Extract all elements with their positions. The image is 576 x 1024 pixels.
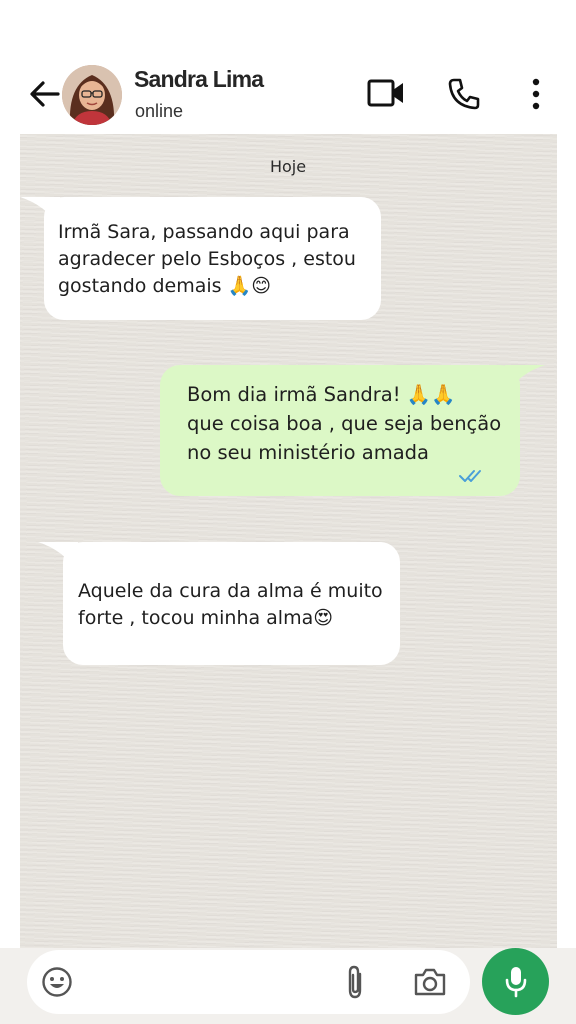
- chat-header: Sandra Lima online: [0, 0, 576, 134]
- contact-name[interactable]: Sandra Lima: [134, 66, 264, 93]
- more-vertical-icon[interactable]: [530, 78, 542, 110]
- message-incoming[interactable]: Aquele da cura da alma é muito forte , t…: [63, 542, 400, 665]
- message-line: Bom dia irmã Sandra! 🙏🙏: [187, 383, 456, 406]
- phone-icon[interactable]: [447, 77, 481, 111]
- message-incoming[interactable]: Irmã Sara, passando aqui para agradecer …: [44, 197, 381, 320]
- message-input[interactable]: [27, 950, 470, 1014]
- contact-status: online: [135, 101, 184, 121]
- arrow-left-icon[interactable]: [28, 80, 60, 108]
- message-line: no seu ministério amada: [187, 441, 429, 464]
- camera-icon[interactable]: [413, 967, 447, 997]
- message-line: agradecer pelo Esboços , estou: [58, 248, 356, 270]
- emoji-icon[interactable]: [41, 966, 73, 998]
- video-call-icon[interactable]: [367, 78, 405, 108]
- message-line: Irmã Sara, passando aqui para: [58, 221, 350, 243]
- microphone-icon: [505, 967, 527, 998]
- avatar[interactable]: [62, 65, 122, 125]
- message-line: que coisa boa , que seja benção: [187, 412, 502, 435]
- message-line: Aquele da cura da alma é muito: [78, 580, 383, 602]
- message-line: gostando demais 🙏😊: [58, 275, 272, 297]
- message-line: forte , tocou minha alma😍: [78, 607, 334, 629]
- mic-button[interactable]: [482, 948, 549, 1015]
- paperclip-icon[interactable]: [343, 964, 367, 1000]
- date-divider: Hoje: [269, 157, 307, 176]
- read-receipt-icon: [459, 470, 481, 482]
